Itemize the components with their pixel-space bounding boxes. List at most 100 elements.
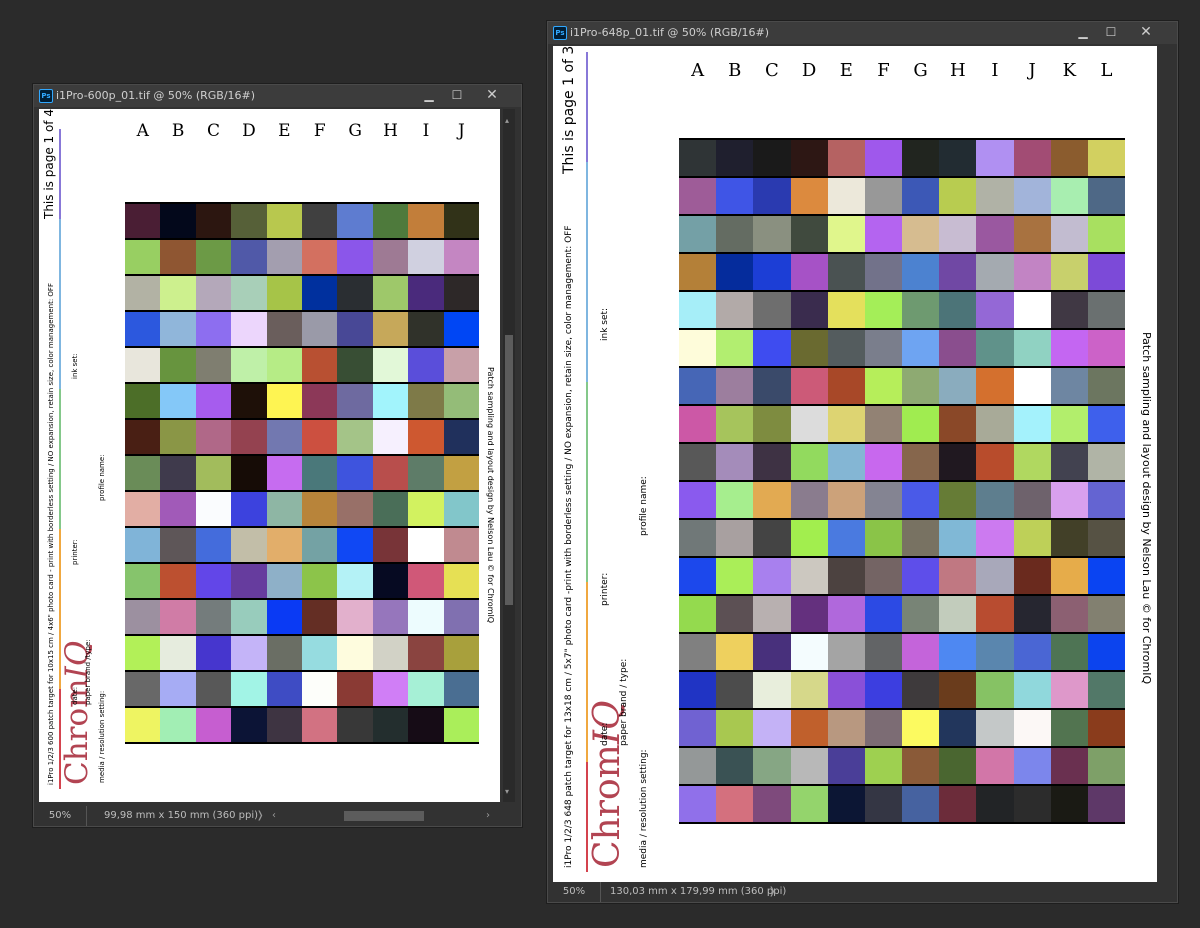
color-patch bbox=[716, 140, 754, 178]
color-patch bbox=[716, 254, 754, 292]
color-patch bbox=[864, 672, 902, 710]
color-patch bbox=[753, 596, 791, 634]
color-patch bbox=[864, 406, 902, 444]
color-patch bbox=[827, 596, 865, 634]
window-titlebar[interactable]: Ps i1Pro-600p_01.tif @ 50% (RGB/16#) ▁ ☐… bbox=[34, 85, 521, 107]
color-patch bbox=[337, 492, 373, 528]
color-patch bbox=[1050, 748, 1088, 786]
vertical-scrollbar[interactable]: ▴ ▾ bbox=[503, 109, 515, 802]
color-patch bbox=[1050, 140, 1088, 178]
color-patch bbox=[231, 636, 267, 672]
printer-label: printer: bbox=[600, 572, 610, 606]
scroll-up-arrow[interactable]: ▴ bbox=[505, 111, 509, 131]
color-patch bbox=[939, 710, 977, 748]
color-patch bbox=[1087, 216, 1125, 254]
color-patch bbox=[302, 672, 338, 708]
color-patch bbox=[195, 276, 232, 312]
color-patch bbox=[195, 636, 232, 672]
hscroll-left-arrow[interactable]: ‹ bbox=[272, 806, 276, 826]
color-patch bbox=[1050, 178, 1088, 216]
horizontal-scroll-thumb[interactable] bbox=[344, 811, 424, 821]
color-patch bbox=[827, 558, 865, 596]
column-letter: D bbox=[242, 121, 256, 141]
color-patch bbox=[679, 292, 717, 330]
color-patch bbox=[372, 672, 409, 708]
printer-label: printer: bbox=[71, 539, 79, 565]
color-patch bbox=[1050, 558, 1088, 596]
color-patch bbox=[1013, 748, 1051, 786]
color-patch bbox=[1013, 786, 1051, 824]
color-patch bbox=[1013, 634, 1051, 672]
color-patch bbox=[195, 420, 232, 456]
status-menu-arrow[interactable]: ❭ bbox=[768, 882, 776, 902]
color-patch bbox=[408, 276, 444, 312]
color-patch bbox=[125, 240, 161, 276]
maximize-icon[interactable]: ☐ bbox=[1100, 24, 1122, 41]
color-patch bbox=[827, 216, 865, 254]
color-patch bbox=[125, 348, 161, 384]
vertical-scroll-thumb[interactable] bbox=[505, 335, 513, 605]
document-canvas[interactable]: This is page 1 of 4 i1Pro 1/2/3 600 patc… bbox=[39, 109, 500, 802]
scroll-down-arrow[interactable]: ▾ bbox=[505, 782, 509, 802]
color-patch bbox=[337, 564, 373, 600]
window-titlebar[interactable]: Ps i1Pro-648p_01.tif @ 50% (RGB/16#) ▁ ☐… bbox=[548, 22, 1177, 44]
document-window-648p[interactable]: Ps i1Pro-648p_01.tif @ 50% (RGB/16#) ▁ ☐… bbox=[547, 21, 1178, 903]
media-resolution-label: media / resolution setting: bbox=[639, 749, 649, 868]
minimize-icon[interactable]: ▁ bbox=[418, 87, 440, 104]
color-patch bbox=[302, 312, 338, 348]
color-patch bbox=[902, 368, 940, 406]
hscroll-right-arrow[interactable]: › bbox=[486, 806, 490, 826]
color-patch bbox=[1013, 254, 1051, 292]
ink-set-label: ink set: bbox=[71, 353, 79, 379]
color-patch bbox=[716, 406, 754, 444]
color-patch bbox=[939, 368, 977, 406]
color-patch bbox=[302, 240, 338, 276]
column-letter: A bbox=[691, 60, 705, 81]
accent-line-blue bbox=[59, 219, 61, 389]
document-window-600p[interactable]: Ps i1Pro-600p_01.tif @ 50% (RGB/16#) ▁ ☐… bbox=[33, 84, 522, 827]
color-patch bbox=[976, 482, 1014, 520]
column-letters: A B C D E F GH I J K L bbox=[679, 60, 1125, 81]
zoom-level[interactable]: 50% bbox=[34, 806, 87, 826]
color-patch bbox=[716, 634, 754, 672]
column-letter: F bbox=[877, 60, 890, 81]
color-patch bbox=[753, 634, 791, 672]
color-patch bbox=[337, 528, 373, 564]
document-canvas[interactable]: This is page 1 of 3 i1Pro 1/2/3 648 patc… bbox=[553, 46, 1157, 882]
color-patch bbox=[790, 558, 828, 596]
color-patch bbox=[443, 420, 479, 456]
color-patch bbox=[1087, 710, 1125, 748]
color-patch bbox=[337, 240, 373, 276]
zoom-level[interactable]: 50% bbox=[548, 882, 601, 902]
color-patch bbox=[195, 240, 232, 276]
color-patch bbox=[266, 600, 302, 636]
color-patch bbox=[1050, 444, 1088, 482]
color-patch bbox=[266, 456, 302, 492]
color-patch bbox=[976, 292, 1014, 330]
color-patch bbox=[1087, 634, 1125, 672]
color-patch bbox=[790, 482, 828, 520]
color-patch bbox=[266, 240, 302, 276]
color-patch bbox=[939, 406, 977, 444]
color-patch bbox=[231, 492, 267, 528]
color-patch bbox=[372, 204, 409, 240]
color-patch bbox=[443, 528, 479, 564]
credit-text: Patch sampling and layout design by Nels… bbox=[486, 367, 495, 624]
close-icon[interactable]: ✕ bbox=[481, 87, 503, 104]
color-patch bbox=[753, 520, 791, 558]
close-icon[interactable]: ✕ bbox=[1135, 24, 1157, 41]
color-patch bbox=[976, 406, 1014, 444]
color-patch bbox=[1087, 368, 1125, 406]
color-patch bbox=[976, 330, 1014, 368]
status-menu-arrow[interactable]: ❭ bbox=[256, 806, 264, 826]
column-letter: J bbox=[457, 121, 465, 141]
color-patch bbox=[266, 492, 302, 528]
column-letter: J bbox=[1028, 60, 1036, 81]
maximize-icon[interactable]: ☐ bbox=[446, 87, 468, 104]
minimize-icon[interactable]: ▁ bbox=[1072, 24, 1094, 41]
color-patch bbox=[976, 216, 1014, 254]
window-title: i1Pro-600p_01.tif @ 50% (RGB/16#) bbox=[56, 89, 256, 102]
color-patch bbox=[160, 672, 196, 708]
color-patch bbox=[864, 482, 902, 520]
color-patch bbox=[902, 672, 940, 710]
